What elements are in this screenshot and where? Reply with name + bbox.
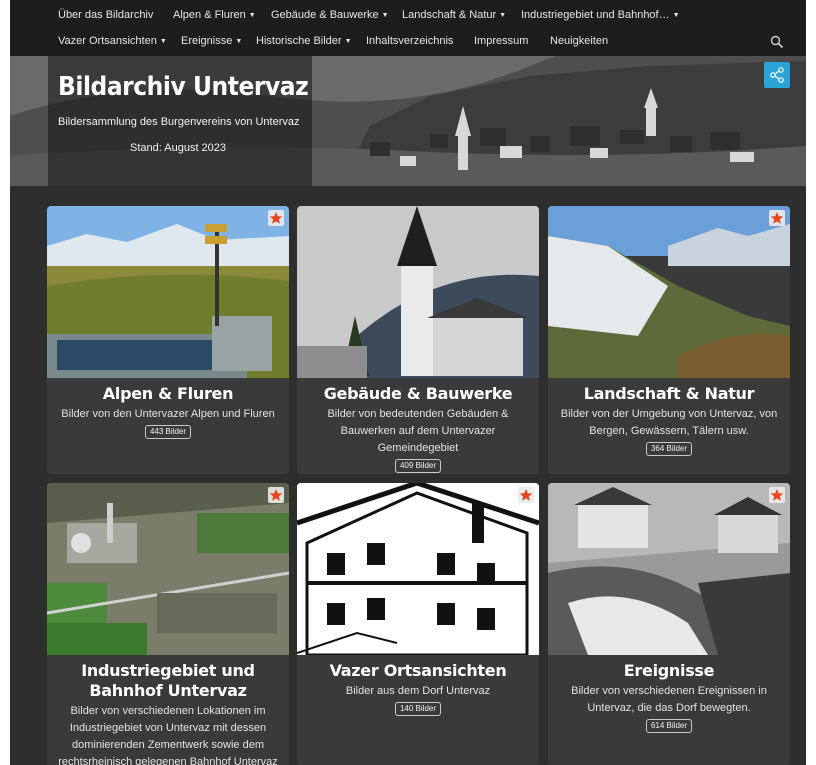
chevron-down-icon: ▼ (248, 12, 256, 19)
card-description: Bilder von der Umgebung von Untervaz, vo… (556, 406, 782, 457)
card-image (548, 483, 790, 655)
chevron-down-icon: ▼ (381, 12, 389, 19)
nav-item-impressum[interactable]: Impressum (474, 35, 528, 47)
nav-item-gebaeude[interactable]: Gebäude & Bauwerke ▼ (271, 9, 389, 21)
nav-item-ortsansichten[interactable]: Vazer Ortsansichten ▼ (58, 35, 167, 47)
image-count-badge: 140 Bilder (394, 702, 442, 716)
image-count-badge: 614 Bilder (645, 719, 693, 733)
card-title: Ereignisse (623, 661, 715, 680)
star-icon (769, 210, 785, 226)
category-card-landschaft[interactable]: Landschaft & Natur Bilder von der Umgebu… (548, 206, 790, 474)
card-title: Gebäude & Bauwerke (323, 384, 513, 403)
card-image (47, 483, 289, 655)
nav-row-2: Vazer Ortsansichten ▼ Ereignisse ▼ Histori… (10, 28, 806, 56)
card-title: Landschaft & Natur (583, 384, 755, 403)
hero-stand-date: Stand: August 2023 (130, 142, 227, 154)
chevron-down-icon: ▼ (235, 38, 243, 45)
nav-row-1: Über das Bildarchiv Alpen & Fluren ▼ Gebä… (10, 2, 806, 30)
chevron-down-icon: ▼ (499, 12, 507, 19)
nav-item-historisch[interactable]: Historische Bilder ▼ (256, 35, 352, 47)
nav-item-inhaltsverzeichnis[interactable]: Inhaltsverzeichnis (366, 35, 453, 47)
card-title: Alpen & Fluren (102, 384, 234, 403)
category-card-gebaeude[interactable]: Gebäude & Bauwerke Bilder von bedeutende… (297, 206, 539, 474)
card-image (297, 483, 539, 655)
share-button[interactable] (764, 62, 790, 88)
card-description: Bilder von verschiedenen Lokationen im I… (58, 705, 278, 765)
page-frame: Über das Bildarchiv Alpen & Fluren ▼ Gebä… (10, 0, 806, 765)
nav-item-alpen[interactable]: Alpen & Fluren ▼ (173, 9, 256, 21)
card-description: Bilder von verschiedenen Ereignissen in … (556, 683, 782, 734)
card-image (297, 206, 539, 378)
main-nav: Über das Bildarchiv Alpen & Fluren ▼ Gebä… (10, 0, 806, 56)
card-description: Bilder von den Untervazer Alpen und Flur… (55, 406, 281, 440)
star-icon (268, 487, 284, 503)
nav-item-ereignisse[interactable]: Ereignisse ▼ (181, 35, 242, 47)
card-description: Bilder von bedeutenden Gebäuden & Bauwer… (305, 406, 531, 474)
category-card-alpen[interactable]: Alpen & Fluren Bilder von den Untervazer… (47, 206, 289, 474)
search-icon[interactable] (770, 35, 784, 49)
page-title: Bildarchiv Untervaz (58, 72, 309, 102)
image-count-badge: 443 Bilder (144, 425, 192, 439)
card-title: Vazer Ortsansichten (329, 661, 507, 680)
category-card-ortsansichten[interactable]: Vazer Ortsansichten Bilder aus dem Dorf … (297, 483, 539, 765)
star-icon (769, 487, 785, 503)
nav-item-ueber[interactable]: Über das Bildarchiv (58, 9, 153, 21)
star-icon (518, 487, 534, 503)
chevron-down-icon: ▼ (344, 38, 352, 45)
image-count-badge: 409 Bilder (394, 459, 442, 473)
category-card-industrie[interactable]: Industriegebiet und Bahnhof Untervaz Bil… (47, 483, 289, 765)
card-description: Bilder aus dem Dorf Untervaz 140 Bilder (305, 683, 531, 717)
card-image (47, 206, 289, 378)
star-icon (268, 210, 284, 226)
nav-item-neuigkeiten[interactable]: Neuigkeiten (550, 35, 608, 47)
nav-item-industrie[interactable]: Industriegebiet und Bahnhof… ▼ (521, 9, 680, 21)
hero-subtitle: Bildersammlung des Burgenvereins von Unt… (58, 116, 300, 128)
card-image (548, 206, 790, 378)
nav-item-landschaft[interactable]: Landschaft & Natur ▼ (402, 9, 506, 21)
category-card-ereignisse[interactable]: Ereignisse Bilder von verschiedenen Erei… (548, 483, 790, 765)
image-count-badge: 364 Bilder (645, 442, 693, 456)
chevron-down-icon: ▼ (672, 12, 680, 19)
share-icon (770, 67, 784, 83)
hero-banner: Bildarchiv Untervaz Bildersammlung des B… (10, 56, 806, 186)
chevron-down-icon: ▼ (159, 38, 167, 45)
card-title: Industriegebiet und Bahnhof Untervaz (81, 661, 255, 700)
